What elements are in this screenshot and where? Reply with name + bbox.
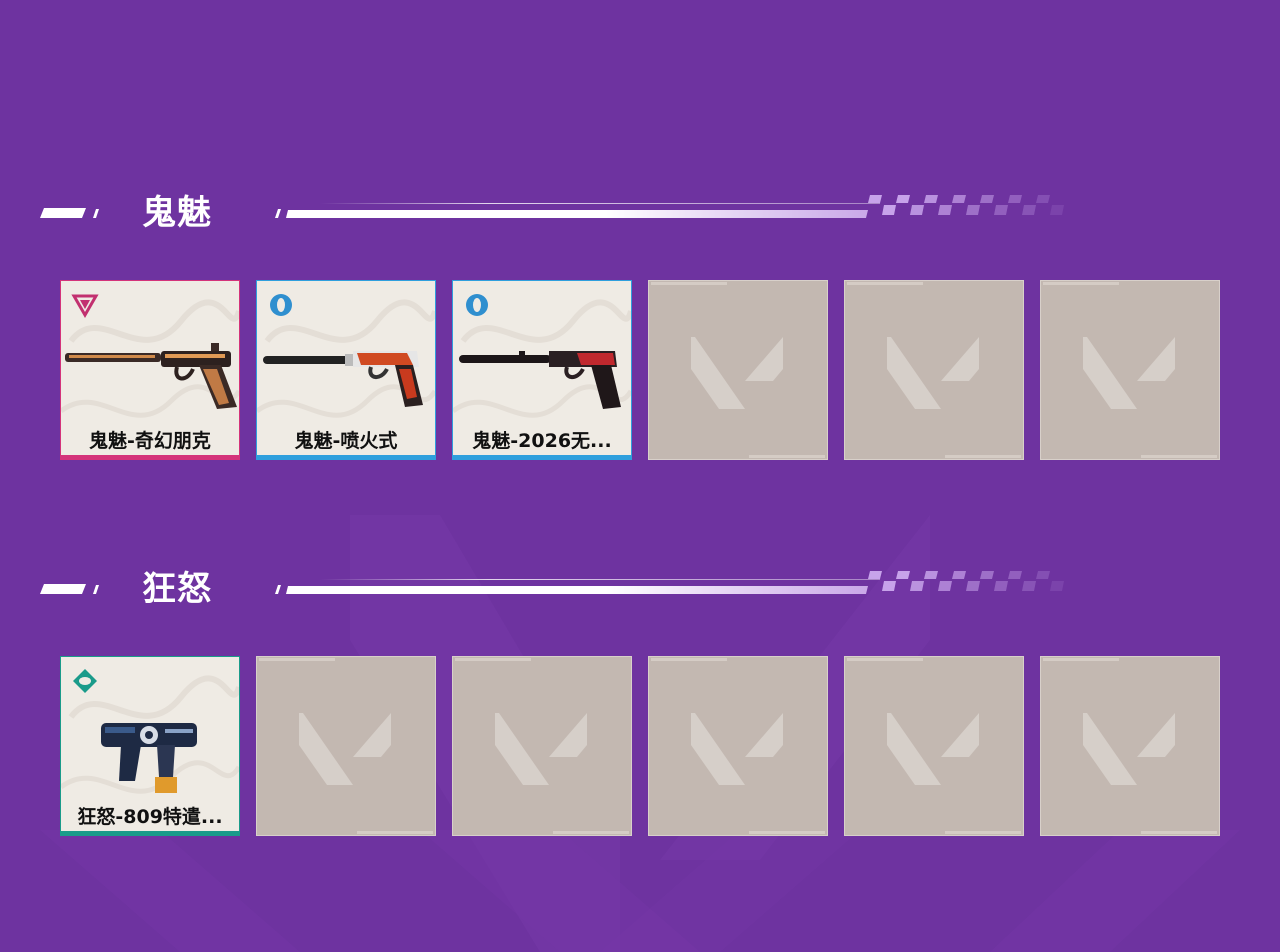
valorant-logo-icon (887, 337, 979, 409)
slot-corner-accent (651, 658, 727, 661)
skin-card[interactable]: 鬼魅-2026无... (452, 280, 632, 460)
weapon-skin-row: 狂怒-809特遣... (60, 656, 1220, 836)
slot-corner-accent (1141, 455, 1217, 458)
slot-corner-accent (945, 831, 1021, 834)
section-header-2: 狂怒 (0, 569, 1280, 609)
valorant-logo-icon (299, 713, 391, 785)
slot-corner-accent (651, 282, 727, 285)
skin-card[interactable]: 狂怒-809特遣... (60, 656, 240, 836)
valorant-logo-icon (1083, 713, 1175, 785)
skin-name: 狂怒-809特遣... (77, 806, 223, 828)
frenzy-weapon-image (101, 723, 197, 793)
ghost-weapon-image (65, 343, 237, 409)
slot-corner-accent (945, 455, 1021, 458)
diamond-tier-icon (73, 669, 97, 693)
slot-corner-accent (553, 831, 629, 834)
rarity-bar (61, 455, 239, 459)
ring-tier-icon (270, 294, 292, 316)
slot-corner-accent (749, 455, 825, 458)
triangle-tier-icon (71, 294, 99, 318)
weapon-skin-row: 鬼魅-奇幻朋克 鬼魅-喷火式 鬼魅-2026无... (60, 280, 1220, 460)
empty-skin-slot (1040, 280, 1220, 460)
slot-corner-accent (847, 658, 923, 661)
empty-skin-slot (648, 280, 828, 460)
empty-skin-slot (452, 656, 632, 836)
empty-skin-slot (844, 280, 1024, 460)
ghost-weapon-image (263, 351, 423, 407)
valorant-logo-icon (1083, 337, 1175, 409)
skin-name: 鬼魅-2026无... (472, 430, 612, 452)
valorant-logo-icon (691, 713, 783, 785)
slot-corner-accent (749, 831, 825, 834)
slot-corner-accent (847, 282, 923, 285)
slot-corner-accent (1141, 831, 1217, 834)
valorant-logo-icon (887, 713, 979, 785)
section-title: 鬼魅 (142, 193, 212, 233)
skin-card[interactable]: 鬼魅-喷火式 (256, 280, 436, 460)
empty-skin-slot (256, 656, 436, 836)
ghost-weapon-image (459, 351, 621, 409)
skin-name: 鬼魅-奇幻朋克 (89, 430, 211, 452)
ring-tier-icon (466, 294, 488, 316)
slot-corner-accent (455, 658, 531, 661)
skin-card[interactable]: 鬼魅-奇幻朋克 (60, 280, 240, 460)
slot-corner-accent (1043, 658, 1119, 661)
empty-skin-slot (1040, 656, 1220, 836)
empty-skin-slot (844, 656, 1024, 836)
valorant-logo-icon (691, 337, 783, 409)
slot-corner-accent (1043, 282, 1119, 285)
section-title: 狂怒 (142, 569, 212, 609)
slot-corner-accent (357, 831, 433, 834)
section-header-1: 鬼魅 (0, 193, 1280, 233)
rarity-bar (257, 455, 435, 459)
rarity-bar (61, 831, 239, 835)
rarity-bar (453, 455, 631, 459)
valorant-logo-icon (495, 713, 587, 785)
skin-name: 鬼魅-喷火式 (294, 430, 398, 452)
empty-skin-slot (648, 656, 828, 836)
slot-corner-accent (259, 658, 335, 661)
